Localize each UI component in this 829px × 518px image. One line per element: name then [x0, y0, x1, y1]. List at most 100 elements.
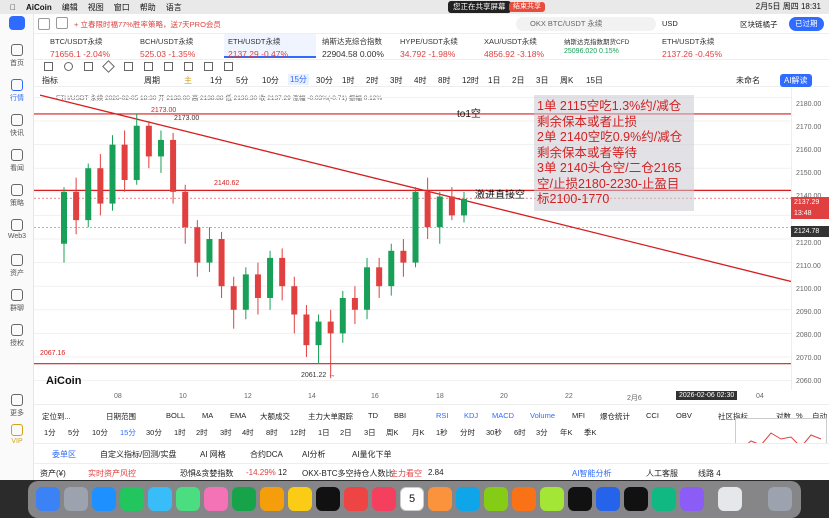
finder-icon[interactable] [36, 487, 60, 511]
indicator-button[interactable]: 指标 [42, 75, 58, 86]
chart-area[interactable]: ETH/USDT 永续 2026-02-05 18:30 开 2138.00 高… [34, 88, 791, 390]
tab-ai-grid[interactable]: AI 网格 [200, 449, 226, 460]
line-tool-icon[interactable] [102, 60, 115, 73]
text-tool-icon[interactable] [124, 62, 133, 71]
tf-2d[interactable]: 2日 [512, 75, 524, 86]
timeframe-option[interactable]: 1秒 [436, 427, 448, 438]
line-select[interactable]: 线路 4 [698, 468, 721, 479]
tf-1m[interactable]: 1分 [210, 75, 222, 86]
tab-ai-quant-order[interactable]: AI量化下单 [352, 449, 392, 460]
sidebar-item-news[interactable]: 快讯 [0, 114, 34, 138]
indicator-toggle[interactable]: EMA [230, 411, 246, 420]
ai-interpret-button[interactable]: AI解读 [780, 74, 812, 87]
period-button[interactable]: 周期 [144, 75, 160, 86]
delete-tool-icon[interactable] [224, 62, 233, 71]
timeframe-option[interactable]: 6时 [514, 427, 526, 438]
indicator-toggle[interactable]: MACD [492, 411, 514, 420]
indicator-toggle[interactable]: 主力大单跟踪 [308, 411, 353, 422]
timeframe-option[interactable]: 8时 [266, 427, 278, 438]
app-icon[interactable] [680, 487, 704, 511]
rect-tool-icon[interactable] [84, 62, 93, 71]
timeframe-option[interactable]: 2日 [340, 427, 352, 438]
search-input[interactable]: OKX BTC/USDT 永续 [516, 17, 656, 31]
timeframe-option[interactable]: 3分 [536, 427, 548, 438]
sidebar-item-vip[interactable]: VIP [0, 424, 34, 445]
circle-tool-icon[interactable] [64, 62, 73, 71]
app-icon[interactable] [596, 487, 620, 511]
sidebar-item-web3[interactable]: Web3 [0, 219, 34, 240]
timeframe-option[interactable]: 1分 [44, 427, 56, 438]
tf-3d[interactable]: 3日 [536, 75, 548, 86]
tf-2h[interactable]: 2时 [366, 75, 378, 86]
menu-language[interactable]: 语言 [166, 2, 182, 13]
tab-orders[interactable]: 委单区 [52, 449, 76, 460]
magnet-tool-icon[interactable] [164, 62, 173, 71]
contacts-icon[interactable] [260, 487, 284, 511]
ticker-item[interactable]: ETH/USDT永续 2137.26 -0.45% [662, 36, 722, 59]
customer-service-link[interactable]: 人工客服 [646, 468, 678, 479]
ticker-item[interactable]: XAU/USDT永续 4856.92 -3.18% [484, 36, 544, 59]
promo-banner[interactable]: + 立春限时福77%胜率策略，送7天PRO会员 [74, 19, 221, 30]
ticker-item[interactable]: BTC/USDT永续 71656.1 -2.04% [50, 36, 110, 59]
indicator-toggle[interactable]: CCI [646, 411, 659, 420]
menu-window[interactable]: 窗口 [114, 2, 130, 13]
wps-icon[interactable] [344, 487, 368, 511]
tf-15m[interactable]: 15分 [288, 74, 309, 85]
apple-icon[interactable]:  [10, 3, 16, 12]
sidebar-item-assets[interactable]: 资产 [0, 254, 34, 278]
timeframe-option[interactable]: 年K [560, 427, 573, 438]
photos-icon[interactable] [204, 487, 228, 511]
timeframe-option[interactable]: 周K [386, 427, 399, 438]
timeframe-option[interactable]: 12时 [290, 427, 306, 438]
sidebar-item-market[interactable]: 行情 [0, 79, 34, 103]
indicator-toggle[interactable]: MFI [572, 411, 585, 420]
tf-8h[interactable]: 8时 [438, 75, 450, 86]
tf-10m[interactable]: 10分 [262, 75, 279, 86]
timeframe-option[interactable]: 季K [584, 427, 597, 438]
indicator-toggle[interactable]: MA [202, 411, 213, 420]
timeframe-option[interactable]: 1日 [318, 427, 330, 438]
tf-4h[interactable]: 4时 [414, 75, 426, 86]
timeframe-option[interactable]: 分时 [460, 427, 475, 438]
appstore-icon[interactable] [456, 487, 480, 511]
indicator-toggle[interactable]: KDJ [464, 411, 478, 420]
timeframe-option[interactable]: 2时 [196, 427, 208, 438]
wechat-icon[interactable] [484, 487, 508, 511]
indicator-toggle[interactable]: 日期范围 [106, 411, 136, 422]
forward-icon[interactable] [56, 17, 68, 29]
indicator-toggle[interactable]: 爆仓统计 [600, 411, 630, 422]
indicator-toggle[interactable]: BOLL [166, 411, 185, 420]
music-icon[interactable] [372, 487, 396, 511]
timeframe-option[interactable]: 月K [412, 427, 425, 438]
unnamed-layout[interactable]: 未命名 [736, 75, 760, 86]
tf-5m[interactable]: 5分 [236, 75, 248, 86]
lock-tool-icon[interactable] [184, 62, 193, 71]
menu-view[interactable]: 视图 [88, 2, 104, 13]
currency-select[interactable]: USD [662, 19, 678, 28]
tf-1h[interactable]: 1时 [342, 75, 354, 86]
sidebar-item-chat[interactable]: 群聊 [0, 289, 34, 313]
sidebar-item-home[interactable]: 首页 [0, 44, 34, 68]
tf-1d[interactable]: 1日 [488, 75, 500, 86]
menu-help[interactable]: 帮助 [140, 2, 156, 13]
tab-ai-analysis[interactable]: AI分析 [302, 449, 326, 460]
ticker-item-active[interactable]: ETH/USDT永续 2137.29 -0.47% [224, 34, 316, 59]
indicator-toggle[interactable]: TD [368, 411, 378, 420]
indicator-toggle[interactable]: RSI [436, 411, 449, 420]
timeframe-option[interactable]: 5分 [68, 427, 80, 438]
tf-15d[interactable]: 15日 [586, 75, 603, 86]
tf-3h[interactable]: 3时 [390, 75, 402, 86]
app-icon[interactable] [652, 487, 676, 511]
status-badge[interactable]: 已过期 [789, 17, 824, 31]
aicoin-dock-icon[interactable] [568, 487, 592, 511]
safari-icon[interactable] [92, 487, 116, 511]
indicator-toggle[interactable]: BBI [394, 411, 406, 420]
risk-control-link[interactable]: 实时资产风控 [88, 468, 136, 479]
appletv-icon[interactable] [316, 487, 340, 511]
indicator-toggle[interactable]: 大额成交 [260, 411, 290, 422]
measure-tool-icon[interactable] [144, 62, 153, 71]
sidebar-item-auth[interactable]: 授权 [0, 324, 34, 348]
pages-icon[interactable] [428, 487, 452, 511]
timeframe-option[interactable]: 4时 [242, 427, 254, 438]
calendar-icon[interactable]: 5 [400, 487, 424, 511]
